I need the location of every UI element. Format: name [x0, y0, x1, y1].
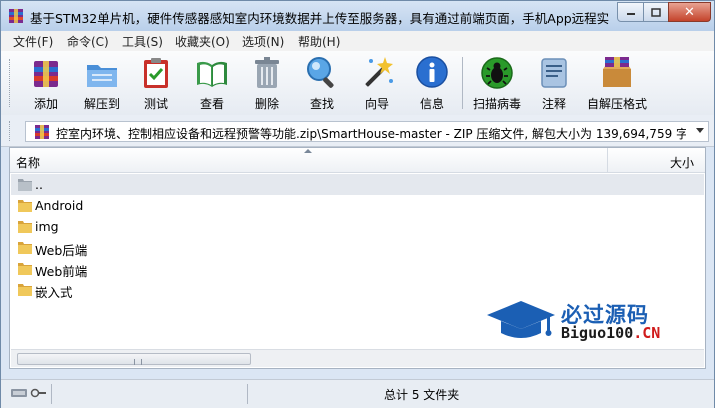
magnifier-icon	[307, 57, 334, 88]
menu-bar: 文件(F) 命令(C) 工具(S) 收藏夹(O) 选项(N) 帮助(H)	[1, 31, 714, 52]
extract-to-button[interactable]: 解压到	[76, 55, 128, 111]
comment-label: 注释	[541, 97, 566, 111]
address-bar: 控室内环境、控制相应设备和远程预警等功能.zip\SmartHouse-mast…	[1, 115, 714, 147]
close-button[interactable]: ✕	[668, 2, 711, 22]
scan-virus-label: 扫描病毒	[472, 97, 521, 111]
menu-help[interactable]: 帮助(H)	[298, 33, 340, 50]
folder-icon	[18, 284, 32, 296]
folder-icon	[18, 200, 32, 212]
info-button[interactable]: 信息	[406, 55, 458, 111]
scan-virus-button[interactable]: 扫描病毒	[471, 55, 523, 111]
thumb-grip	[134, 359, 142, 365]
scrollbar-thumb[interactable]	[17, 353, 251, 365]
list-item-label: ..	[35, 177, 43, 192]
chevron-down-icon[interactable]	[696, 128, 704, 133]
folder-icon	[18, 263, 32, 275]
graduation-cap-icon	[487, 301, 555, 338]
folder-extract-icon	[87, 65, 117, 87]
menu-file[interactable]: 文件(F)	[13, 33, 53, 50]
watermark-url-main: Biguo100	[561, 324, 634, 342]
parent-folder-icon	[18, 179, 32, 191]
toolbar: 添加 解压到 测试 查看 删除 查找 向导 信息 扫描病毒 注释 自解压格式	[1, 51, 714, 116]
list-item-label: img	[35, 219, 59, 234]
folder-icon	[18, 242, 32, 254]
maximize-icon	[651, 7, 661, 17]
list-item-folder[interactable]: img	[11, 216, 704, 237]
book-view-icon	[197, 61, 227, 87]
archive-add-icon	[34, 61, 58, 87]
winrar-window: 基于STM32单片机，硬件传感器感知室内环境数据并上传至服务器，具有通过前端页面…	[0, 0, 715, 408]
title-bar[interactable]: 基于STM32单片机，硬件传感器感知室内环境数据并上传至服务器，具有通过前端页面…	[1, 1, 714, 31]
address-grip[interactable]	[9, 121, 13, 141]
menu-command[interactable]: 命令(C)	[67, 33, 109, 50]
sort-ascending-icon	[304, 149, 312, 153]
minimize-icon	[626, 13, 635, 15]
column-size[interactable]: 大小	[670, 154, 694, 171]
column-header: 名称 大小	[10, 148, 705, 173]
wizard-button[interactable]: 向导	[351, 55, 403, 111]
horizontal-scrollbar[interactable]	[11, 349, 704, 367]
add-label: 添加	[33, 97, 58, 111]
close-icon: ✕	[684, 4, 695, 20]
folder-icon	[18, 221, 32, 233]
info-icon	[416, 56, 448, 88]
magic-wand-icon	[365, 57, 393, 87]
drive-key-icon[interactable]	[11, 387, 47, 399]
comment-button[interactable]: 注释	[528, 55, 580, 111]
maximize-button[interactable]	[643, 2, 669, 22]
winrar-app-icon[interactable]	[8, 8, 24, 24]
path-combobox[interactable]: 控室内环境、控制相应设备和远程预警等功能.zip\SmartHouse-mast…	[25, 121, 709, 142]
watermark-url-tld: .CN	[633, 324, 661, 342]
status-bar: 总计 5 文件夹	[1, 379, 714, 408]
list-item-folder[interactable]: Android	[11, 195, 704, 216]
test-button[interactable]: 测试	[130, 55, 182, 111]
minimize-button[interactable]	[617, 2, 644, 22]
window-title: 基于STM32单片机，硬件传感器感知室内环境数据并上传至服务器，具有通过前端页面…	[30, 11, 610, 26]
archive-path: 控室内环境、控制相应设备和远程预警等功能.zip\SmartHouse-mast…	[56, 127, 686, 141]
status-text: 总计 5 文件夹	[384, 388, 460, 402]
trash-icon	[255, 57, 279, 88]
list-item-label: Web后端	[35, 243, 88, 258]
toolbar-separator	[462, 57, 463, 109]
test-label: 测试	[143, 97, 168, 111]
list-item-label: 嵌入式	[35, 285, 73, 300]
find-button[interactable]: 查找	[296, 55, 348, 111]
info-label: 信息	[419, 97, 444, 111]
toolbar-grip[interactable]	[9, 59, 13, 107]
watermark-logo: 必过源码 Biguo100.CN	[485, 297, 685, 345]
comment-note-icon	[541, 58, 567, 88]
column-divider[interactable]	[607, 148, 608, 172]
list-item-folder[interactable]: Web前端	[11, 258, 704, 279]
view-button[interactable]: 查看	[186, 55, 238, 111]
column-name[interactable]: 名称	[16, 154, 40, 171]
add-button[interactable]: 添加	[20, 55, 72, 111]
bug-shield-icon	[481, 57, 513, 89]
clipboard-check-icon	[144, 58, 168, 88]
delete-button[interactable]: 删除	[241, 55, 293, 111]
list-item-label: Android	[35, 198, 84, 213]
sfx-label: 自解压格式	[586, 97, 647, 111]
status-divider	[247, 384, 248, 404]
list-item-folder[interactable]: Web后端	[11, 237, 704, 258]
sfx-box-icon	[603, 57, 631, 87]
list-item-parent[interactable]: ..	[11, 174, 704, 195]
zip-archive-icon	[35, 125, 49, 139]
list-item-label: Web前端	[35, 264, 88, 279]
menu-tools[interactable]: 工具(S)	[122, 33, 163, 50]
sfx-button[interactable]: 自解压格式	[587, 55, 647, 111]
menu-favorites[interactable]: 收藏夹(O)	[175, 33, 230, 50]
status-divider	[51, 384, 52, 404]
menu-options[interactable]: 选项(N)	[242, 33, 284, 50]
watermark-url: Biguo100.CN	[561, 324, 660, 342]
